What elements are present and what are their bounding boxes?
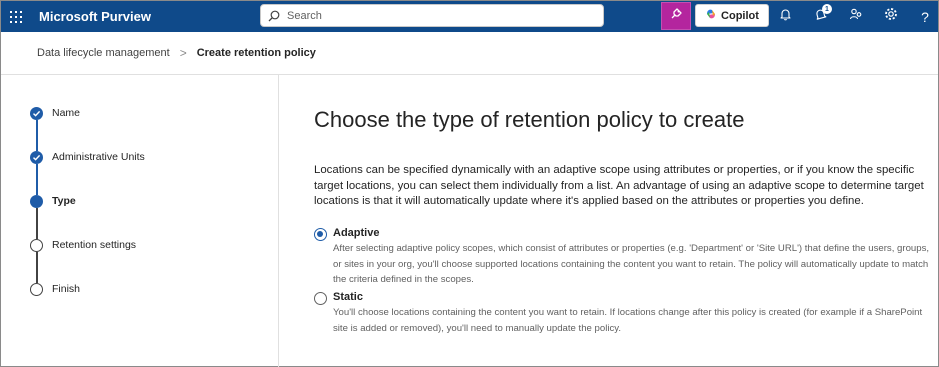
pink-action-button[interactable]: [661, 2, 691, 30]
chevron-right-icon: >: [179, 46, 187, 60]
search-box[interactable]: [260, 4, 604, 27]
adaptive-label[interactable]: Adaptive: [333, 227, 379, 239]
copilot-button[interactable]: Copilot: [695, 4, 769, 27]
page-title: Choose the type of retention policy to c…: [314, 107, 745, 132]
step-name[interactable]: Name: [52, 107, 80, 119]
check-icon: [30, 151, 43, 164]
step-finish: Finish: [52, 283, 81, 295]
step-administrative-units[interactable]: Administrative Units: [52, 151, 145, 163]
help-button[interactable]: ?: [909, 1, 939, 32]
breadcrumb: Data lifecycle management > Create reten…: [37, 46, 316, 60]
breadcrumb-parent[interactable]: Data lifecycle management: [37, 47, 170, 59]
stepper-divider: [278, 75, 279, 367]
notification-badge: 1: [822, 4, 832, 14]
search-icon: [261, 10, 287, 22]
copilot-label: Copilot: [721, 9, 759, 22]
step-connector: [36, 208, 38, 239]
static-description: You'll choose locations containing the c…: [333, 307, 923, 334]
step-type[interactable]: Type: [52, 195, 76, 207]
copilot-logo-icon: [705, 8, 717, 23]
current-step-icon: [30, 195, 43, 208]
breadcrumb-current: Create retention policy: [196, 47, 316, 59]
people-icon: [849, 7, 863, 26]
pending-step-icon: [30, 283, 43, 296]
bell-button[interactable]: [769, 1, 801, 32]
step-connector: [36, 120, 38, 151]
step-connector: [36, 252, 38, 283]
adaptive-radio[interactable]: [314, 228, 327, 241]
gear-icon: [884, 7, 898, 26]
check-icon: [30, 107, 43, 120]
settings-button[interactable]: [875, 1, 907, 32]
pink-action-icon: [669, 7, 683, 26]
page-description: Locations can be specified dynamically w…: [314, 164, 924, 207]
header-divider: [1, 74, 938, 75]
notifications-button[interactable]: 1: [805, 1, 837, 32]
adaptive-description: After selecting adaptive policy scopes, …: [333, 243, 930, 285]
search-input[interactable]: [287, 9, 587, 22]
static-radio[interactable]: [314, 292, 327, 305]
people-button[interactable]: [840, 1, 872, 32]
waffle-icon[interactable]: [3, 1, 29, 32]
help-icon: ?: [921, 8, 929, 25]
step-retention-settings: Retention settings: [52, 239, 137, 251]
static-label[interactable]: Static: [333, 291, 363, 303]
bell-icon: [779, 8, 792, 26]
pending-step-icon: [30, 239, 43, 252]
app-title[interactable]: Microsoft Purview: [39, 9, 151, 24]
step-connector: [36, 164, 38, 195]
